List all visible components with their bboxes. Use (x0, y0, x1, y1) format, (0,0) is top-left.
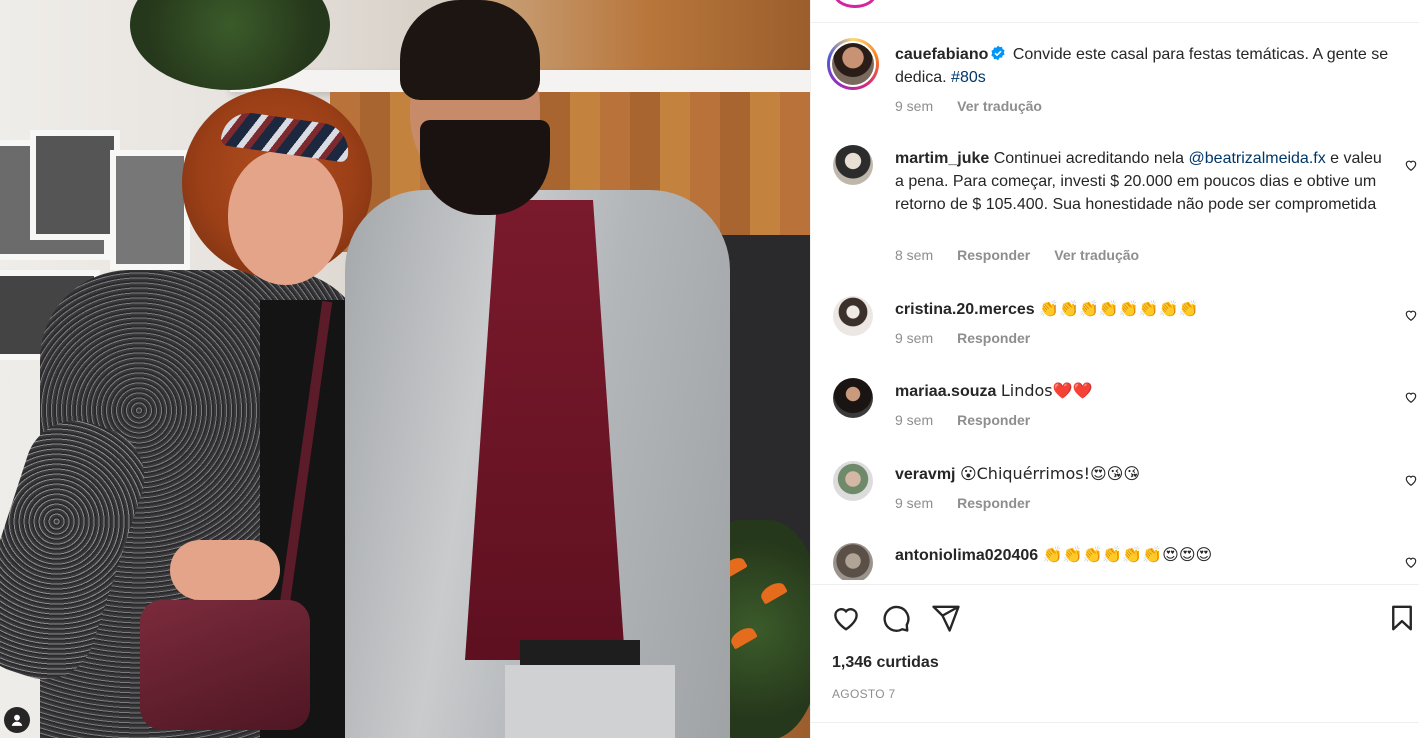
comment-age: 9 sem (895, 330, 934, 346)
photo-man-pants (505, 665, 675, 738)
commenter-avatar[interactable] (833, 296, 873, 336)
comment: mariaa.souza Lindos❤️❤️ (895, 379, 1390, 403)
likes-count[interactable]: 1,346 curtidas (832, 654, 939, 672)
comment-like-icon[interactable] (1404, 158, 1418, 172)
comment-like-icon[interactable] (1404, 390, 1418, 404)
commenter-avatar[interactable] (833, 461, 873, 501)
photo-woman-hand (170, 540, 280, 600)
share-icon[interactable] (931, 603, 961, 633)
comment-meta: 9 sem Responder (895, 412, 1054, 428)
reply-button[interactable]: Responder (957, 247, 1030, 263)
comment-username[interactable]: veravmj (895, 466, 956, 483)
comment-age: 9 sem (895, 412, 934, 428)
post-photo[interactable] (0, 0, 810, 738)
divider (811, 722, 1419, 723)
comment-username[interactable]: antoniolima020406 (895, 547, 1038, 564)
hashtag-link[interactable]: #80s (951, 69, 986, 86)
comment: cristina.20.merces 👏👏👏👏👏👏👏👏 (895, 297, 1390, 321)
save-button[interactable] (1387, 603, 1417, 638)
comment-age: 8 sem (895, 247, 934, 263)
comment-like-icon[interactable] (1404, 308, 1418, 322)
comments-list[interactable]: cauefabiano Convide este casal para fest… (811, 0, 1419, 580)
heart-icon[interactable] (831, 603, 861, 633)
comment-username[interactable]: martim_juke (895, 150, 989, 167)
comment-meta: 9 sem Responder (895, 495, 1054, 511)
tagged-users-button[interactable] (4, 707, 30, 733)
comment: antoniolima020406 👏👏👏👏👏👏😍😍😍 (895, 543, 1390, 567)
caption-age: 9 sem (895, 98, 934, 114)
comment-text: Lindos❤️❤️ (1000, 381, 1093, 400)
author-username[interactable]: cauefabiano (895, 46, 988, 63)
reply-button[interactable]: Responder (957, 495, 1030, 511)
translate-button[interactable]: Ver tradução (1054, 247, 1139, 263)
comment-icon[interactable] (881, 603, 911, 633)
caption: cauefabiano Convide este casal para fest… (895, 43, 1390, 89)
commenter-avatar[interactable] (833, 378, 873, 418)
photo-bag (140, 600, 310, 730)
comment-meta: 8 sem Responder Ver tradução (895, 247, 1163, 263)
comment-username[interactable]: cristina.20.merces (895, 301, 1035, 318)
comment: martim_juke Continuei acreditando nela @… (895, 147, 1390, 216)
mention-link[interactable]: @beatrizalmeida.fx (1189, 150, 1326, 167)
user-icon (11, 714, 23, 726)
photo-woman-face (228, 150, 343, 285)
comment-age: 9 sem (895, 495, 934, 511)
commenter-avatar[interactable] (833, 543, 873, 580)
reply-button[interactable]: Responder (957, 330, 1030, 346)
translate-button[interactable]: Ver tradução (957, 98, 1042, 114)
comment-like-icon[interactable] (1404, 473, 1418, 487)
verified-badge-icon (991, 45, 1005, 61)
divider (811, 584, 1419, 585)
reply-button[interactable]: Responder (957, 412, 1030, 428)
photo-man-hair (400, 0, 540, 100)
bookmark-icon (1392, 605, 1412, 631)
comment-text: 👏👏👏👏👏👏👏👏 (1039, 299, 1199, 318)
author-avatar[interactable] (827, 38, 879, 90)
comment-text: 😮Chiquérrimos!😍😘😘 (959, 464, 1141, 483)
comment-username[interactable]: mariaa.souza (895, 383, 996, 400)
comment-text: Continuei acreditando nela (993, 150, 1189, 167)
commenter-avatar[interactable] (833, 145, 873, 185)
comment-meta: 9 sem Responder (895, 330, 1054, 346)
post-date: AGOSTO 7 (832, 687, 896, 701)
comment-like-icon[interactable] (1404, 555, 1418, 569)
comment-text: 👏👏👏👏👏👏😍😍😍 (1042, 545, 1213, 564)
caption-meta: 9 sem Ver tradução (895, 98, 1066, 114)
comment: veravmj 😮Chiquérrimos!😍😘😘 (895, 462, 1390, 486)
action-bar (831, 603, 961, 633)
post-details-panel: cauefabiano Convide este casal para fest… (810, 0, 1419, 738)
